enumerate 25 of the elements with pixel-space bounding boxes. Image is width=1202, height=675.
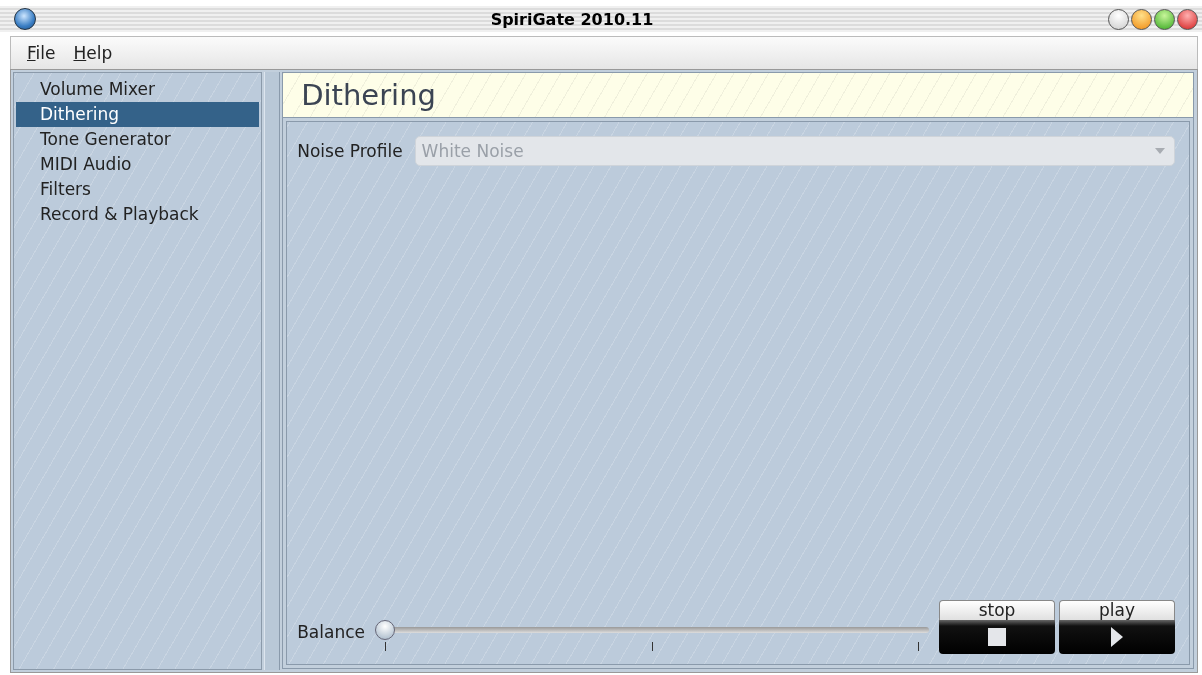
tick-mark: [385, 642, 386, 651]
window-title: SpiriGate 2010.11: [489, 9, 655, 29]
field-label: Balance: [297, 622, 365, 642]
menu-item[interactable]: File: [21, 41, 62, 65]
sidebar-item[interactable]: Filters: [16, 177, 260, 202]
shade-button[interactable]: [1108, 8, 1129, 30]
sidebar-item[interactable]: Record & Playback: [16, 202, 260, 227]
menu-item[interactable]: Help: [67, 41, 119, 65]
sidebar-item[interactable]: Volume Mixer: [16, 77, 260, 102]
dropdown-arrow-icon: [1154, 147, 1166, 155]
sidebar-item[interactable]: MIDI Audio: [16, 152, 260, 177]
slider-thumb[interactable]: [375, 620, 395, 640]
sidebar-item[interactable]: Dithering: [16, 102, 260, 127]
close-button[interactable]: [1177, 8, 1198, 30]
play-icon: [1111, 627, 1123, 647]
window-menu-icon[interactable]: [14, 8, 36, 30]
stop-icon: [988, 628, 1006, 646]
tick-mark: [918, 642, 919, 651]
maximize-button[interactable]: [1154, 8, 1175, 30]
panel-heading: Dithering: [301, 78, 436, 112]
tick-mark: [651, 642, 653, 651]
minimize-button[interactable]: [1131, 8, 1152, 30]
balance-slider[interactable]: [377, 618, 929, 654]
field-label: Noise Profile: [297, 141, 403, 161]
sidebar-item[interactable]: Tone Generator: [16, 127, 260, 152]
